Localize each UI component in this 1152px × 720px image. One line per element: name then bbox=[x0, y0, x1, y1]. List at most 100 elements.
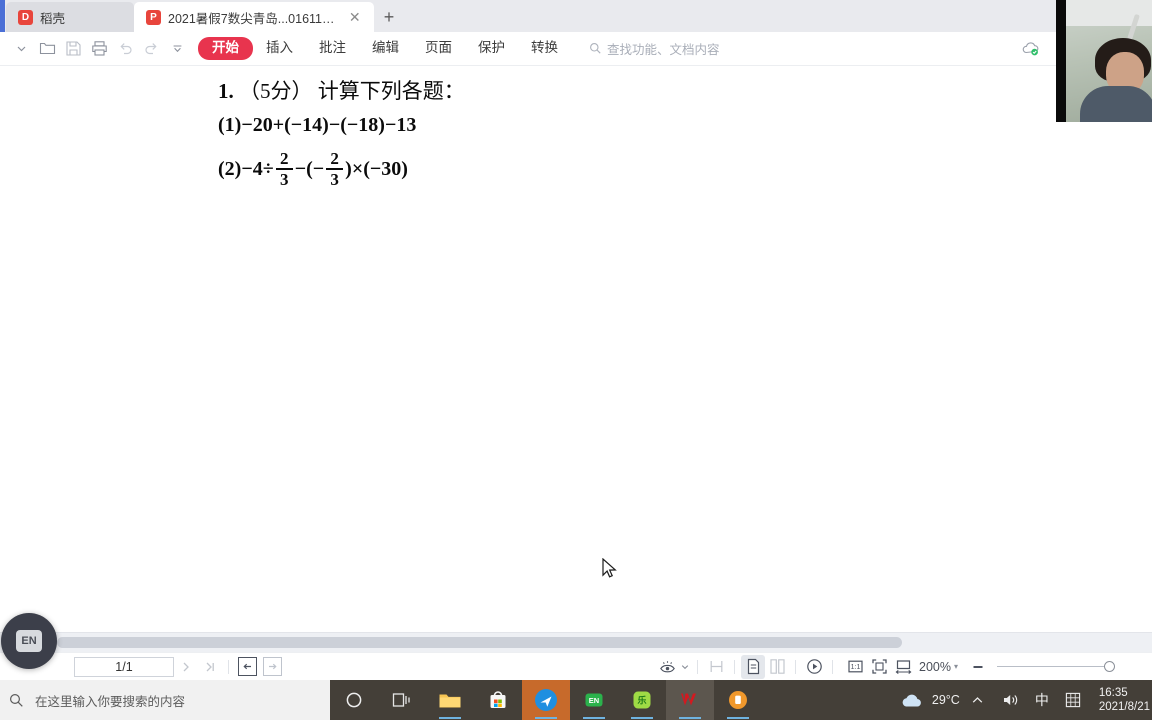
double-page-icon[interactable] bbox=[765, 655, 789, 679]
zoom-level[interactable]: 200% bbox=[919, 660, 951, 674]
status-bar: 1/1 1:1 200% ▾ bbox=[0, 652, 1152, 680]
pdf-icon: P bbox=[146, 9, 161, 25]
clock-date: 2021/8/21 bbox=[1098, 701, 1150, 713]
application-window: D 稻壳 P 2021暑假7数尖青岛...0161159.pdf ✕ + 开始 … bbox=[0, 0, 1152, 720]
svg-text:1:1: 1:1 bbox=[850, 664, 860, 671]
actual-size-icon[interactable]: 1:1 bbox=[843, 655, 867, 679]
ribbon-tab-insert[interactable]: 插入 bbox=[253, 37, 306, 59]
ime-mode-indicator[interactable]: 中 bbox=[1027, 690, 1057, 710]
ribbon-tab-convert[interactable]: 转换 bbox=[518, 37, 571, 59]
app-green-icon[interactable]: 乐 bbox=[618, 680, 666, 720]
divider bbox=[697, 659, 698, 674]
question-title: 1. （5分） 计算下列各题： bbox=[218, 79, 465, 103]
ribbon-tab-comment[interactable]: 批注 bbox=[306, 37, 359, 59]
clock[interactable]: 16:35 2021/8/21 bbox=[1089, 686, 1152, 715]
tab-label: 稻壳 bbox=[40, 11, 66, 26]
orange-app-icon[interactable] bbox=[714, 680, 762, 720]
redo-icon[interactable] bbox=[138, 36, 164, 62]
chevron-right-icon[interactable] bbox=[174, 655, 198, 679]
chevron-up-icon bbox=[972, 696, 983, 703]
close-icon[interactable]: ✕ bbox=[347, 10, 362, 24]
customize-icon[interactable] bbox=[164, 36, 190, 62]
ime-language-badge[interactable]: EN bbox=[1, 613, 57, 669]
running-indicator bbox=[631, 717, 653, 719]
ribbon-tab-start[interactable]: 开始 bbox=[198, 37, 253, 60]
tab-label: 2021暑假7数尖青岛...0161159.pdf bbox=[168, 11, 341, 26]
open-folder-icon[interactable] bbox=[34, 36, 60, 62]
arrow-left-icon[interactable] bbox=[238, 657, 257, 676]
new-tab-button[interactable]: + bbox=[374, 2, 404, 32]
temperature-label: 29°C bbox=[931, 693, 960, 707]
split-view-icon[interactable] bbox=[704, 655, 728, 679]
single-page-icon[interactable] bbox=[741, 654, 765, 679]
cloud-sync-icon[interactable] bbox=[1018, 36, 1044, 62]
last-page-icon[interactable] bbox=[198, 655, 222, 679]
equation-2-suffix: )×(−30) bbox=[345, 157, 408, 180]
cortana-icon[interactable] bbox=[330, 680, 378, 720]
horizontal-scrollbar[interactable] bbox=[0, 632, 1152, 652]
fit-page-icon[interactable] bbox=[867, 655, 891, 679]
tray-overflow-button[interactable] bbox=[960, 694, 995, 707]
window-accent-stripe bbox=[0, 0, 5, 32]
chevron-down-icon[interactable] bbox=[8, 36, 34, 62]
question-text: 计算下列各题： bbox=[317, 79, 465, 103]
ime-icon[interactable]: EN bbox=[570, 680, 618, 720]
taskbar-search[interactable]: 在这里输入你要搜索的内容 bbox=[0, 680, 330, 720]
search-icon bbox=[590, 43, 601, 54]
eye-icon[interactable] bbox=[655, 655, 679, 679]
search-icon bbox=[9, 693, 23, 707]
save-icon[interactable] bbox=[60, 36, 86, 62]
zoom-out-button[interactable] bbox=[966, 655, 990, 679]
document-canvas[interactable]: 1. （5分） 计算下列各题： (1) −20+(−14)−(−18)−13 (2… bbox=[0, 66, 1152, 632]
running-indicator bbox=[679, 717, 701, 719]
scrollbar-thumb[interactable] bbox=[57, 637, 902, 648]
toolbar: 开始 插入 批注 编辑 页面 保护 转换 查找功能、文档内容 bbox=[0, 32, 1152, 66]
divider bbox=[832, 659, 833, 674]
browser-icon[interactable] bbox=[522, 680, 570, 720]
system-tray: 29°C 中 16:35 2021/8/21 bbox=[899, 680, 1152, 720]
svg-text:EN: EN bbox=[589, 696, 599, 705]
chevron-down-icon[interactable] bbox=[679, 655, 691, 679]
toolbar-search[interactable]: 查找功能、文档内容 bbox=[589, 39, 720, 58]
fraction-two-thirds-second: 2 3 bbox=[326, 150, 344, 189]
play-icon[interactable] bbox=[802, 655, 826, 679]
taskbar: 在这里输入你要搜索的内容 EN 乐 29°C 中 16:35 2021/8/21 bbox=[0, 680, 1152, 720]
keyboard-icon bbox=[1065, 692, 1080, 708]
svg-text:乐: 乐 bbox=[637, 695, 646, 706]
zoom-slider[interactable] bbox=[997, 661, 1115, 672]
tab-daoke[interactable]: D 稻壳 bbox=[6, 2, 134, 32]
running-indicator bbox=[439, 717, 461, 719]
equation-1-body: −20+(−14)−(−18)−13 bbox=[241, 114, 417, 136]
clock-time: 16:35 bbox=[1098, 686, 1128, 699]
task-view-icon[interactable] bbox=[378, 680, 426, 720]
running-indicator bbox=[583, 717, 605, 719]
equation-2-middle: −(− bbox=[294, 157, 325, 180]
tab-bar: D 稻壳 P 2021暑假7数尖青岛...0161159.pdf ✕ + bbox=[0, 0, 1152, 32]
print-icon[interactable] bbox=[86, 36, 112, 62]
wps-icon[interactable] bbox=[666, 680, 714, 720]
daoke-icon: D bbox=[18, 9, 33, 25]
chevron-down-icon[interactable]: ▾ bbox=[954, 662, 958, 671]
speaker-icon bbox=[1003, 695, 1017, 705]
zoom-slider-handle[interactable] bbox=[1104, 661, 1115, 672]
equation-2-prefix: −4÷ bbox=[241, 157, 274, 180]
ribbon-tab-edit[interactable]: 编辑 bbox=[359, 37, 412, 59]
volume-button[interactable] bbox=[995, 692, 1027, 708]
webcam-person-body bbox=[1080, 86, 1152, 122]
question-score: （5分） bbox=[239, 79, 313, 103]
undo-icon[interactable] bbox=[112, 36, 138, 62]
file-explorer-icon[interactable] bbox=[426, 680, 474, 720]
page-indicator[interactable]: 1/1 bbox=[74, 656, 174, 677]
microsoft-store-icon[interactable] bbox=[474, 680, 522, 720]
weather-widget[interactable]: 29°C bbox=[899, 690, 960, 710]
equation-1-label: (1) bbox=[218, 114, 242, 136]
ribbon-tab-page[interactable]: 页面 bbox=[412, 37, 465, 59]
webcam-overlay[interactable] bbox=[1056, 0, 1152, 122]
ime-panel-button[interactable] bbox=[1057, 692, 1089, 708]
tab-pdf-document[interactable]: P 2021暑假7数尖青岛...0161159.pdf ✕ bbox=[134, 2, 374, 32]
fit-width-icon[interactable] bbox=[891, 655, 915, 679]
fraction-denominator: 3 bbox=[330, 170, 339, 189]
ribbon-tab-protect[interactable]: 保护 bbox=[465, 37, 518, 59]
cloud-icon bbox=[902, 694, 921, 707]
arrow-right-icon[interactable] bbox=[263, 657, 282, 676]
